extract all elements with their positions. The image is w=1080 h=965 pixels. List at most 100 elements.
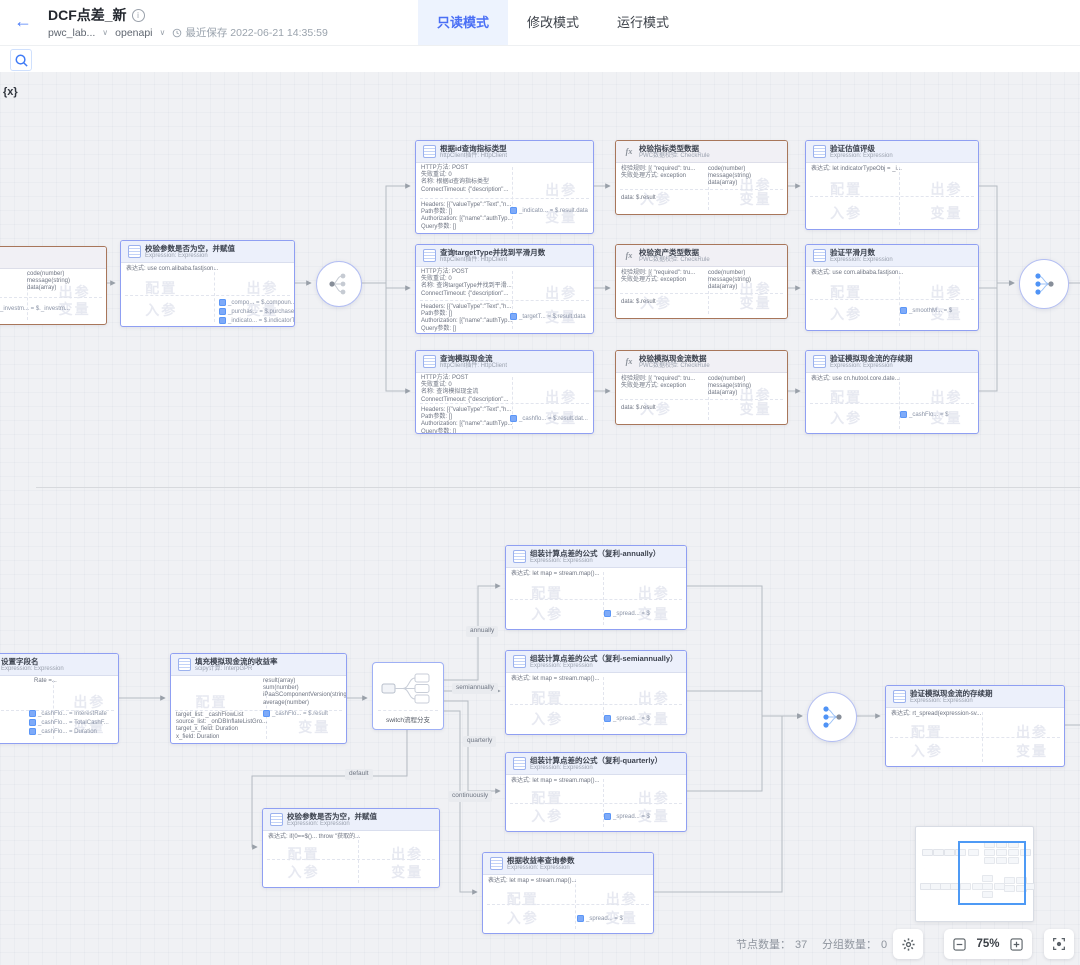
variable-tag: _indicato... = $.result.data <box>510 207 588 214</box>
node-subtitle: Expression: Expression <box>145 253 235 260</box>
variable-chip-icon <box>29 728 36 735</box>
gear-icon <box>901 937 916 952</box>
node-body: 配置出参入参变量表达式: let map = stream.map()..._s… <box>483 875 653 933</box>
variable-chip-icon <box>510 313 517 320</box>
node-check-asset-type[interactable]: fx校验资产类型数据PWC数据校验: CheckRule出参入参变量校验规则: … <box>615 244 788 319</box>
junction-fanout[interactable] <box>316 261 362 307</box>
variable-tag: _smoothM... = $ <box>900 307 952 314</box>
fit-view-icon <box>1051 936 1067 952</box>
zoom-in-button[interactable] <box>1010 938 1023 951</box>
watermark: 变量 <box>740 399 772 419</box>
watermark: 入参 <box>288 862 320 882</box>
node-fill-cashflow-yield[interactable]: 填充模拟现金流的收益率scipy计算: InterpGPR配置变量result(… <box>170 653 347 744</box>
node-title: 校验资产类型数据 <box>639 248 710 257</box>
edge-label: default <box>345 769 373 780</box>
variable-chip-icon <box>604 610 611 617</box>
node-body: 出参入参变量校验规则: [{ "required": tru...失败处理方式:… <box>616 267 787 318</box>
variable-tag: _compo... = $.compoun... <box>219 299 295 306</box>
node-config-text: 表达式: use cn.hutool.core.date... <box>811 376 900 383</box>
edge-label: quarterly <box>463 736 496 747</box>
tab-edit[interactable]: 修改模式 <box>508 0 598 45</box>
node-verify-valuation[interactable]: 验证估值评级Expression: Expression配置出参入参变量表达式:… <box>805 140 979 230</box>
tab-run[interactable]: 运行模式 <box>598 0 688 45</box>
minimap[interactable] <box>915 826 1034 922</box>
node-frag-check-upper[interactable]: fx出参变量code(number)message(string)data(ar… <box>0 246 107 325</box>
node-body: 配置出参入参变量表达式: let map = stream.map()..._s… <box>506 775 686 831</box>
variables-panel-toggle[interactable]: {x} <box>3 86 18 98</box>
canvas-settings-button[interactable] <box>893 929 923 959</box>
node-config-text: target_list: _cashFlowListsource_list: _… <box>176 712 267 741</box>
node-config-text: 表达式: if(0==$()... throw "获取的... <box>268 834 360 841</box>
expr-icon <box>813 355 826 368</box>
node-check-params-lower[interactable]: 校验参数是否为空，并赋值Expression: Expression配置出参入参… <box>262 808 440 888</box>
junction-fanin[interactable] <box>1019 259 1069 309</box>
fanin-icon <box>1030 270 1058 298</box>
node-check-sim-cashflow[interactable]: fx校验模拟现金流数据PWC数据校验: CheckRule出参入参变量校验规则:… <box>615 350 788 425</box>
variable-tag: _cashflo... = $.result.dat... <box>510 415 588 422</box>
clock-icon <box>172 28 182 38</box>
node-formula-annually[interactable]: 组装计算点差的公式（复利-annually）Expression: Expres… <box>505 545 687 630</box>
info-icon[interactable]: i <box>132 9 145 22</box>
node-title: 组装计算点差的公式（复利-semiannually） <box>530 654 678 663</box>
node-title: 填充模拟现金流的收益率 <box>195 657 278 666</box>
node-check-params-upper[interactable]: 校验参数是否为空，并赋值Expression: Expression配置出参入参… <box>120 240 295 327</box>
node-subtitle: PWC数据校验: CheckRule <box>639 153 710 160</box>
node-formula-quarterly[interactable]: 组装计算点差的公式（复利-quarterly）Expression: Expre… <box>505 752 687 832</box>
search-icon <box>14 53 29 68</box>
node-body: 配置出参入参变量表达式: use com.alibaba.fastjson...… <box>806 267 978 330</box>
node-verify-cashflow-duration-lower[interactable]: 验证模拟现金流的存续期Expression: Expression配置出参入参变… <box>885 685 1065 767</box>
variable-chip-icon <box>510 207 517 214</box>
expr-icon <box>513 550 526 563</box>
minimap-viewport[interactable] <box>958 841 1026 905</box>
api-select[interactable]: openapi <box>115 27 152 39</box>
search-button[interactable] <box>10 49 32 71</box>
node-formula-semiannually[interactable]: 组装计算点差的公式（复利-semiannually）Expression: Ex… <box>505 650 687 735</box>
canvas-toolbar-strip <box>0 45 1080 72</box>
node-config-text: Headers: [{"valueType":"Text","h...Path参… <box>421 407 512 434</box>
node-config-text: 表达式: use com.alibaba.fastjson... <box>126 266 218 273</box>
variable-chip-icon <box>900 307 907 314</box>
variable-tag: _cashFlo... = $.result <box>263 710 328 717</box>
watermark: 出参 <box>638 583 670 603</box>
node-http-query-targettype[interactable]: 查询targetType并找到平滑月数httpClient插件: HttpCli… <box>415 244 594 334</box>
node-query-params-by-yield[interactable]: 根据收益率查询参数Expression: Expression配置出参入参变量表… <box>482 852 654 934</box>
watermark: 出参 <box>545 387 577 407</box>
node-config-text: 表达式: rt_spread(expression-sv... <box>891 711 981 718</box>
node-verify-cashflow-duration-upper[interactable]: 验证模拟现金流的存续期Expression: Expression配置出参入参变… <box>805 350 979 434</box>
variable-chip-icon <box>604 715 611 722</box>
tab-readonly[interactable]: 只读模式 <box>418 0 508 45</box>
flow-canvas[interactable]: fx出参变量code(number)message(string)data(ar… <box>0 0 1080 965</box>
node-config-text: code(number)message(string)data(array) <box>708 376 751 398</box>
node-subtitle: Expression: Expression <box>287 821 377 828</box>
watermark: 配置 <box>911 722 943 742</box>
node-frag-setfields-lower[interactable]: 设置字段名Expression: Expression出参变量Rate =...… <box>0 653 119 744</box>
node-subtitle: Expression: Expression <box>830 257 893 264</box>
node-config-text: data: $.result <box>621 405 656 412</box>
fit-view-button[interactable] <box>1044 929 1074 959</box>
node-config-text: 表达式: let map = stream.map()... <box>511 676 600 683</box>
back-button[interactable]: ← <box>14 11 32 31</box>
check-icon: fx <box>623 356 635 368</box>
http-icon <box>423 355 436 368</box>
edge-label: semiannually <box>452 683 498 694</box>
node-config-text: HTTP方法: POST失败重试: 0名称: 根据id查询指标类型Connect… <box>421 165 508 194</box>
node-http-query-indicator-type[interactable]: 根据id查询指标类型httpClient插件: HttpClient出参变量HT… <box>415 140 594 234</box>
node-switch-branch[interactable]: switch流程分支 <box>372 662 444 730</box>
zoom-out-button[interactable] <box>953 938 966 951</box>
variable-tag: _purchas... = $.purchase... <box>219 308 295 315</box>
node-config-text: 校验规则: [{ "required": tru...失败处理方式: excep… <box>621 376 695 390</box>
node-subtitle: httpClient插件: HttpClient <box>440 363 507 370</box>
node-verify-smooth-months[interactable]: 验证平滑月数Expression: Expression配置出参入参变量表达式:… <box>805 244 979 331</box>
scipy-icon <box>178 658 191 671</box>
node-title: 根据id查询指标类型 <box>440 144 507 153</box>
watermark: 入参 <box>145 300 177 320</box>
node-subtitle: Expression: Expression <box>830 363 913 370</box>
node-subtitle: Expression: Expression <box>507 865 575 872</box>
node-config-text: HTTP方法: POST失败重试: 0名称: 查询模拟现金流ConnectTim… <box>421 375 508 404</box>
junction-fanin[interactable] <box>807 692 857 742</box>
workspace-select[interactable]: pwc_lab... <box>48 27 95 39</box>
node-body: 出参变量code(number)message(string)data(arra… <box>0 269 106 324</box>
node-http-query-cashflow[interactable]: 查询模拟现金流httpClient插件: HttpClient出参变量HTTP方… <box>415 350 594 434</box>
node-check-indicator-type[interactable]: fx校验指标类型数据PWC数据校验: CheckRule出参入参变量校验规则: … <box>615 140 788 215</box>
node-title: 校验参数是否为空，并赋值 <box>287 812 377 821</box>
